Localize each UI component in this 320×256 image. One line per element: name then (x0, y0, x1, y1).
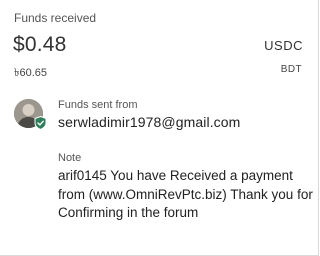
funds-sent-from-label: Funds sent from (58, 99, 138, 111)
local-amount: ৳60.65 (14, 67, 48, 79)
local-currency-code: BDT (280, 64, 302, 75)
received-amount: $0.48 (13, 33, 67, 56)
verified-shield-icon (34, 116, 47, 130)
sender-avatar (14, 99, 47, 130)
note-label: Note (58, 152, 82, 164)
sender-email: serwladimir1978@gmail.com (58, 114, 241, 130)
funds-received-label: Funds received (14, 11, 97, 25)
currency-code: USDC (264, 38, 303, 53)
funds-received-card: Funds received $0.48 USDC ৳60.65 BDT Fun… (0, 0, 319, 256)
note-text: arif0145 You have Received a payment fro… (58, 168, 313, 220)
